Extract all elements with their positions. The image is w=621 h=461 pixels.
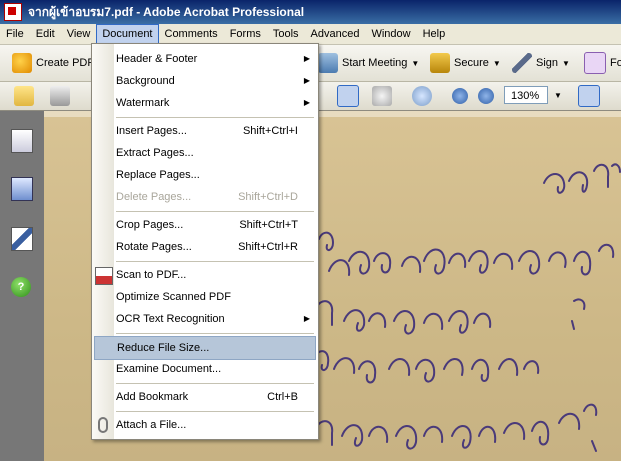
menu-item-replace-pages[interactable]: Replace Pages... xyxy=(92,164,318,186)
zoom-level-input[interactable]: 130% xyxy=(504,86,548,104)
menu-separator xyxy=(116,261,314,262)
zoom-out-button[interactable] xyxy=(452,84,472,108)
menu-window[interactable]: Window xyxy=(365,24,416,44)
menu-forms[interactable]: Forms xyxy=(224,24,267,44)
menu-item-examine-document[interactable]: Examine Document... xyxy=(92,358,318,380)
zoom-out-icon xyxy=(452,88,468,104)
pages-icon[interactable] xyxy=(11,129,33,153)
scanner-icon xyxy=(95,267,113,285)
forms-button[interactable]: Fo xyxy=(584,51,621,75)
menu-item-reduce-file-size[interactable]: Reduce File Size... xyxy=(94,336,316,360)
chevron-down-icon: ▼ xyxy=(562,58,570,68)
window-title: จากผู้เข้าอบรม7.pdf - Adobe Acrobat Prof… xyxy=(28,4,305,19)
hand-icon xyxy=(372,86,392,106)
printer-icon xyxy=(50,86,70,106)
menu-item-background[interactable]: Background ▶ xyxy=(92,70,318,92)
menu-item-attach-a-file[interactable]: Attach a File... xyxy=(92,414,318,436)
menu-item-header-footer[interactable]: Header & Footer ▶ xyxy=(92,48,318,70)
paperclip-icon xyxy=(98,417,108,433)
select-cursor-icon xyxy=(337,85,359,107)
print-button[interactable] xyxy=(50,84,74,108)
create-pdf-icon xyxy=(12,53,32,73)
menu-item-watermark[interactable]: Watermark ▶ xyxy=(92,92,318,114)
bookmarks-icon[interactable] xyxy=(11,177,33,201)
secure-label: Secure xyxy=(454,57,489,69)
menu-item-crop-pages[interactable]: Crop Pages... Shift+Ctrl+T xyxy=(92,214,318,236)
menu-item-rotate-pages[interactable]: Rotate Pages... Shift+Ctrl+R xyxy=(92,236,318,258)
menu-document[interactable]: Document xyxy=(96,24,159,44)
fit-width-button[interactable] xyxy=(578,84,604,108)
sign-button[interactable]: Sign ▼ xyxy=(512,51,570,75)
menu-view[interactable]: View xyxy=(61,24,97,44)
menu-item-extract-pages[interactable]: Extract Pages... xyxy=(92,142,318,164)
lock-icon xyxy=(430,53,450,73)
menu-separator xyxy=(116,211,314,212)
menu-bar: File Edit View Document Comments Forms T… xyxy=(0,24,621,45)
menu-separator xyxy=(116,411,314,412)
zoom-in-icon xyxy=(478,88,494,104)
forms-label: Fo xyxy=(610,57,621,69)
chevron-down-icon: ▼ xyxy=(492,58,501,68)
document-menu-dropdown: Header & Footer ▶ Background ▶ Watermark… xyxy=(91,43,319,440)
submenu-arrow-icon: ▶ xyxy=(303,54,310,63)
open-button[interactable] xyxy=(14,84,38,108)
menu-item-ocr-text-recognition[interactable]: OCR Text Recognition ▶ xyxy=(92,308,318,330)
sign-label: Sign xyxy=(536,57,559,69)
fit-width-icon xyxy=(578,85,600,107)
menu-separator xyxy=(116,383,314,384)
menu-item-optimize-scanned-pdf[interactable]: Optimize Scanned PDF xyxy=(92,286,318,308)
secure-button[interactable]: Secure ▼ xyxy=(430,51,501,75)
start-meeting-button[interactable]: Start Meeting ▼ xyxy=(318,51,419,75)
zoom-dropdown-icon[interactable]: ▼ xyxy=(554,91,562,100)
meeting-icon xyxy=(318,53,338,73)
create-pdf-label: Create PDF xyxy=(36,57,95,69)
menu-item-add-bookmark[interactable]: Add Bookmark Ctrl+B xyxy=(92,386,318,408)
menu-comments[interactable]: Comments xyxy=(159,24,224,44)
hand-tool-button[interactable] xyxy=(372,84,396,108)
forms-icon xyxy=(584,52,606,74)
pen-icon xyxy=(512,53,532,73)
help-icon[interactable]: ? xyxy=(11,277,31,297)
menu-help[interactable]: Help xyxy=(417,24,452,44)
menu-tools[interactable]: Tools xyxy=(267,24,305,44)
zoom-tool-button[interactable] xyxy=(412,84,436,108)
folder-icon xyxy=(14,86,34,106)
select-tool-button[interactable] xyxy=(337,84,363,108)
chevron-down-icon: ▼ xyxy=(411,58,420,68)
acrobat-pdf-icon xyxy=(4,3,22,21)
navigation-pane: ? xyxy=(0,111,44,461)
submenu-arrow-icon: ▶ xyxy=(303,98,310,107)
menu-advanced[interactable]: Advanced xyxy=(305,24,366,44)
menu-item-scan-to-pdf[interactable]: Scan to PDF... xyxy=(92,264,318,286)
menu-edit[interactable]: Edit xyxy=(30,24,61,44)
menu-separator xyxy=(116,333,314,334)
submenu-arrow-icon: ▶ xyxy=(303,314,310,323)
start-meeting-label: Start Meeting xyxy=(342,57,408,69)
zoom-in-button[interactable] xyxy=(478,84,498,108)
submenu-arrow-icon: ▶ xyxy=(303,76,310,85)
title-bar: จากผู้เข้าอบรม7.pdf - Adobe Acrobat Prof… xyxy=(0,0,621,24)
create-pdf-button[interactable]: Create PDF xyxy=(12,51,94,75)
menu-separator xyxy=(116,117,314,118)
menu-item-delete-pages: Delete Pages... Shift+Ctrl+D xyxy=(116,191,298,203)
menu-item-insert-pages[interactable]: Insert Pages... Shift+Ctrl+I xyxy=(92,120,318,142)
magnifier-icon xyxy=(412,86,432,106)
menu-file[interactable]: File xyxy=(0,24,30,44)
signatures-icon[interactable] xyxy=(11,227,33,251)
